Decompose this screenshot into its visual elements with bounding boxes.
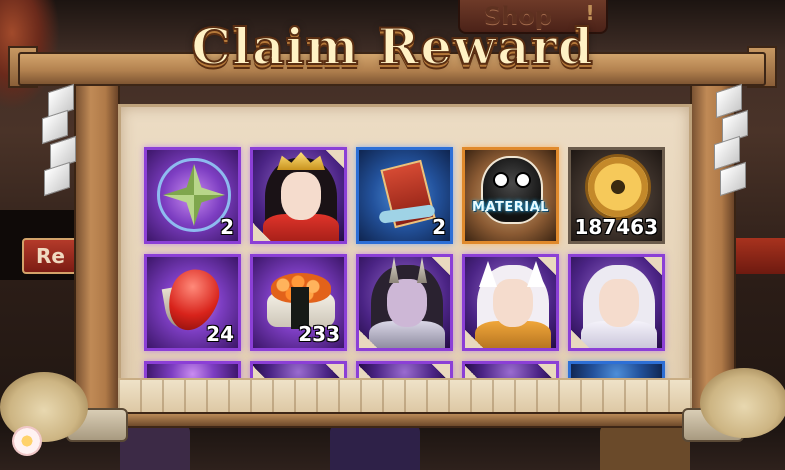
- reward-item-sushi[interactable]: 233: [250, 254, 347, 351]
- side-tab: Re: [22, 238, 78, 274]
- torii-bottom-rail: [96, 412, 716, 428]
- item-count: 187463: [574, 215, 659, 239]
- reward-item-material[interactable]: MATERIAL: [462, 147, 559, 244]
- item-count: 2: [220, 215, 234, 239]
- reward-item-magatama[interactable]: 24: [144, 254, 241, 351]
- paper-streamer-left: [38, 83, 84, 197]
- claim-reward-title: Claim Reward: [190, 16, 594, 77]
- reward-item-ticket[interactable]: 2: [356, 147, 453, 244]
- cloud-ornament-right: [700, 368, 785, 438]
- reward-item-pinwheel[interactable]: 2: [144, 147, 241, 244]
- background-banner: [730, 238, 785, 274]
- reward-item-shikigami-fox[interactable]: [462, 254, 559, 351]
- reward-item-shikigami-crowned[interactable]: [250, 147, 347, 244]
- reward-panel: 2 2 MATERIAL 187463 24 233: [118, 104, 692, 418]
- shikigami-portrait-icon: [465, 257, 556, 348]
- shikigami-portrait-icon: [359, 257, 450, 348]
- daruma-icon: [465, 150, 556, 241]
- reward-item-shikigami-horned[interactable]: [356, 254, 453, 351]
- flower-icon: [12, 426, 42, 456]
- reward-item-shikigami-white-hair[interactable]: [568, 254, 665, 351]
- item-count: 233: [298, 322, 340, 346]
- shikigami-portrait-icon: [571, 257, 662, 348]
- paper-streamer-right: [710, 83, 756, 197]
- cloud-ornament-left: [0, 372, 88, 442]
- shikigami-portrait-icon: [253, 150, 344, 241]
- item-count: 2: [432, 215, 446, 239]
- item-count: 24: [206, 322, 234, 346]
- reward-item-coin[interactable]: 187463: [568, 147, 665, 244]
- material-label: MATERIAL: [472, 200, 549, 215]
